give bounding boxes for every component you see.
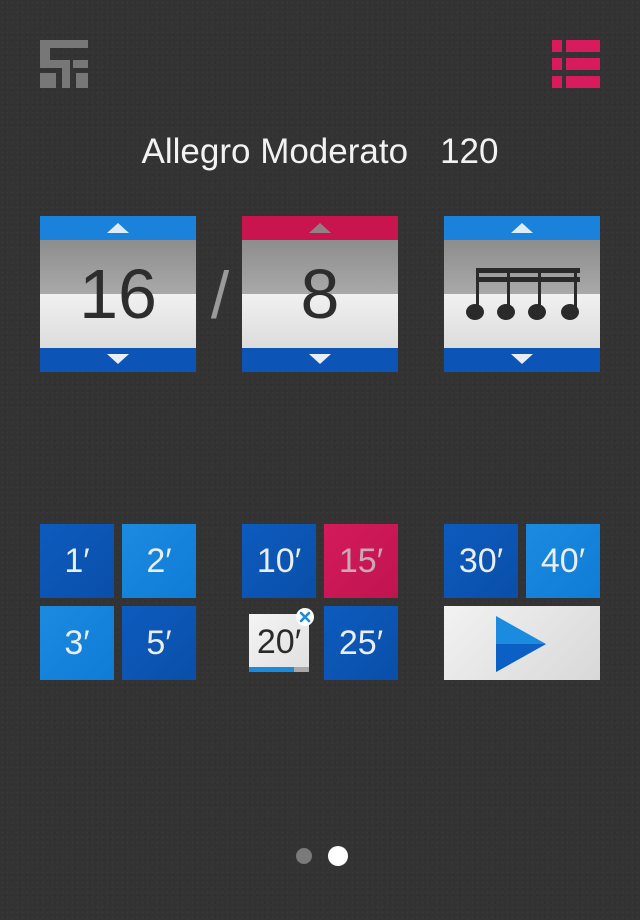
numerator-up-button[interactable] [40,216,196,240]
duration-tile-10[interactable]: 10′ [242,524,316,598]
duration-tile-15-selected[interactable]: 15′ [324,524,398,598]
close-icon[interactable] [296,608,314,626]
denominator-up-button[interactable] [242,216,398,240]
duration-tile-1[interactable]: 1′ [40,524,114,598]
numerator-value: 16 [79,255,157,333]
duration-tile-5[interactable]: 5′ [122,606,196,680]
page-dot-1[interactable] [296,848,312,864]
time-signature-separator: / [210,258,230,332]
arrow-down-icon [309,354,331,364]
duration-tile-30[interactable]: 30′ [444,524,518,598]
duration-tile-40[interactable]: 40′ [526,524,600,598]
page-indicator [296,846,348,866]
running-duration-label: 20′ [256,623,302,661]
arrow-up-icon [107,223,129,233]
play-button[interactable] [444,606,600,680]
tempo-title: Allegro Moderato 120 [0,132,640,172]
sixteenth-notes-icon [466,268,580,320]
denominator-value: 8 [300,255,340,333]
arrow-up-icon [309,223,331,233]
subdivision-up-button[interactable] [444,216,600,240]
duration-tile-25[interactable]: 25′ [324,606,398,680]
numerator-picker: 16 [40,216,196,372]
list-menu-icon[interactable] [552,40,600,88]
tempo-bpm: 120 [440,132,499,171]
tempo-name: Allegro Moderato [141,132,409,171]
denominator-picker: 8 [242,216,398,372]
subdivision-down-button[interactable] [444,348,600,372]
duration-tile-2[interactable]: 2′ [122,524,196,598]
subdivision-picker [444,216,600,372]
numerator-down-button[interactable] [40,348,196,372]
play-icon [496,616,546,672]
app-logo-icon [40,40,88,88]
arrow-up-icon [511,223,533,233]
duration-tile-3[interactable]: 3′ [40,606,114,680]
page-dot-2-active[interactable] [328,846,348,866]
progress-fill [249,667,294,672]
arrow-down-icon [511,354,533,364]
denominator-down-button[interactable] [242,348,398,372]
arrow-down-icon [107,354,129,364]
